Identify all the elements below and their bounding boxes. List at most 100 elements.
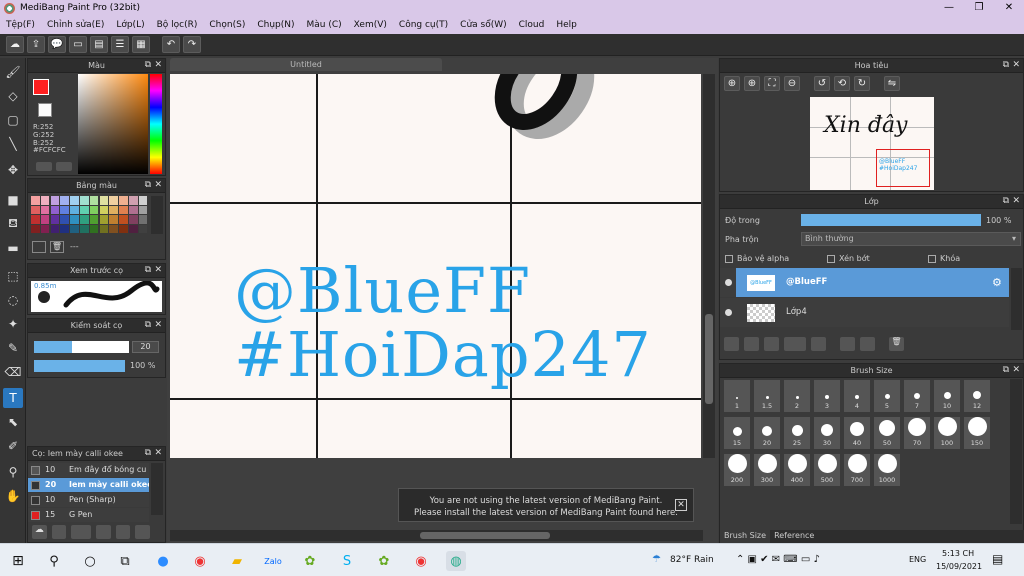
palette-swatch[interactable]: [109, 196, 118, 205]
hue-slider[interactable]: [150, 74, 162, 174]
chat-icon[interactable]: 💬: [48, 36, 66, 53]
task-view-icon[interactable]: ⧉: [115, 551, 135, 571]
document-icon[interactable]: ▤: [90, 36, 108, 53]
brush-size-option[interactable]: 25: [783, 416, 811, 450]
close-icon[interactable]: ✕: [1012, 196, 1020, 206]
menu-file[interactable]: Tệp(F): [0, 20, 41, 30]
palette-swatch[interactable]: [50, 205, 60, 214]
menu-help[interactable]: Help: [550, 20, 583, 30]
brush-opacity-slider[interactable]: [34, 360, 125, 372]
brush-size-option[interactable]: 15: [723, 416, 751, 450]
palette-swatch[interactable]: [129, 224, 138, 233]
brush-size-option[interactable]: 1.5: [753, 379, 781, 413]
zoom-out-icon[interactable]: ⊖: [784, 76, 800, 91]
brush-size-option[interactable]: 30: [813, 416, 841, 450]
menu-view[interactable]: Xem(V): [348, 20, 393, 30]
float-icon[interactable]: ⧉: [145, 320, 151, 330]
brush-size-option[interactable]: 300: [753, 453, 781, 487]
palette-swatch[interactable]: [89, 215, 99, 224]
trash-icon[interactable]: 🗑: [50, 241, 64, 253]
palette-scrollbar[interactable]: [151, 196, 163, 234]
menu-cloud[interactable]: Cloud: [513, 20, 551, 30]
windows-start-icon[interactable]: ⊞: [8, 551, 28, 571]
brush-size-option[interactable]: 12: [963, 379, 991, 413]
palette-swatch[interactable]: [60, 224, 69, 233]
select-eraser-icon[interactable]: ⌫: [3, 362, 23, 382]
color-saturation-picker[interactable]: [78, 74, 148, 174]
brush-size-option[interactable]: 5: [873, 379, 901, 413]
palette-swatch[interactable]: [80, 224, 89, 233]
weather-icon[interactable]: ☂: [652, 554, 661, 565]
brush-size-option[interactable]: 700: [843, 453, 871, 487]
brush-size-option[interactable]: 20: [753, 416, 781, 450]
notification-icon[interactable]: ▤: [992, 552, 1003, 566]
eraser-tool-icon[interactable]: ◇: [3, 86, 23, 106]
close-icon[interactable]: ✕: [154, 448, 162, 458]
duplicate-layer-icon[interactable]: [840, 337, 855, 351]
color-mode-button[interactable]: [36, 162, 52, 171]
app-leaf-icon[interactable]: ✿: [300, 551, 320, 571]
palette-swatch[interactable]: [40, 224, 50, 233]
palette-swatch[interactable]: [40, 215, 50, 224]
float-icon[interactable]: ⧉: [145, 180, 151, 190]
palette-swatch[interactable]: [99, 224, 109, 233]
fit-icon[interactable]: ⛶: [764, 76, 780, 91]
search-icon[interactable]: ⚲: [44, 551, 64, 571]
close-icon[interactable]: ✕: [1012, 365, 1020, 375]
menu-layer[interactable]: Lớp(L): [110, 20, 150, 30]
brush-size-slider[interactable]: [34, 341, 129, 353]
layer-row[interactable]: @BlueFF @BlueFF ⚙: [720, 268, 1009, 297]
zalo-icon[interactable]: Zalo: [263, 551, 283, 571]
folder-cloud-icon[interactable]: ▭: [69, 36, 87, 53]
new-palette-button[interactable]: [32, 241, 46, 253]
palette-swatch[interactable]: [119, 196, 128, 205]
add-layer-dropdown[interactable]: [784, 337, 806, 351]
minimize-button[interactable]: —: [934, 0, 964, 16]
palette-swatch[interactable]: [109, 224, 118, 233]
palette-swatch[interactable]: [89, 196, 99, 205]
palette-swatch[interactable]: [60, 196, 69, 205]
taskbar-date[interactable]: 15/09/2021: [936, 562, 982, 571]
tab-reference[interactable]: Reference: [770, 530, 818, 543]
folder-icon[interactable]: [811, 337, 826, 351]
menu-select[interactable]: Chọn(S): [203, 20, 251, 30]
palette-swatch[interactable]: [70, 205, 79, 214]
palette-swatch[interactable]: [99, 215, 109, 224]
brush-size-option[interactable]: 40: [843, 416, 871, 450]
update-notice[interactable]: You are not using the latest version of …: [398, 488, 694, 522]
navigator-viewport-frame[interactable]: @BlueFF #HoiDap247: [876, 149, 930, 187]
palette-swatch[interactable]: [40, 196, 50, 205]
fill-rect-tool-icon[interactable]: ■: [3, 190, 23, 210]
operation-tool-icon[interactable]: ⬉: [3, 412, 23, 432]
upload-icon[interactable]: ⇪: [27, 36, 45, 53]
palette-swatch[interactable]: [129, 196, 138, 205]
reset-rotation-icon[interactable]: ⟲: [834, 76, 850, 91]
eyedropper-tool-icon[interactable]: ⚲: [3, 462, 23, 482]
flip-icon[interactable]: ⇋: [884, 76, 900, 91]
brush-list-item[interactable]: 20 Iem mày calli okee: [28, 478, 149, 492]
palette-swatch[interactable]: [99, 205, 109, 214]
duplicate-icon[interactable]: [135, 525, 151, 539]
palette-swatch[interactable]: [70, 196, 79, 205]
palette-swatch[interactable]: [138, 215, 148, 224]
chrome-icon[interactable]: ◉: [190, 551, 210, 571]
brush-size-option[interactable]: 4: [843, 379, 871, 413]
canvas-horizontal-scrollbar[interactable]: [170, 530, 703, 541]
bucket-tool-icon[interactable]: ⛾: [3, 214, 23, 234]
undo-icon[interactable]: ↶: [162, 36, 180, 53]
new-8bit-layer-icon[interactable]: [764, 337, 779, 351]
lasso-tool-icon[interactable]: ◌: [3, 290, 23, 310]
palette-swatch[interactable]: [89, 205, 99, 214]
cloud-brush-icon[interactable]: ☁: [32, 525, 47, 539]
palette-swatch[interactable]: [31, 205, 40, 214]
zoom-app-icon[interactable]: ●: [153, 551, 173, 571]
palette-swatch[interactable]: [119, 205, 128, 214]
medibang-taskbar-icon[interactable]: ◍: [446, 551, 466, 571]
blur-tool-icon[interactable]: ✐: [3, 436, 23, 456]
clip-checkbox[interactable]: Xén bớt: [827, 254, 870, 263]
palette-swatch[interactable]: [31, 224, 40, 233]
palette-swatch[interactable]: [60, 205, 69, 214]
brush-size-option[interactable]: 50: [873, 416, 901, 450]
protect-alpha-checkbox[interactable]: Bảo vệ alpha: [725, 254, 789, 263]
color-swap-button[interactable]: [56, 162, 72, 171]
